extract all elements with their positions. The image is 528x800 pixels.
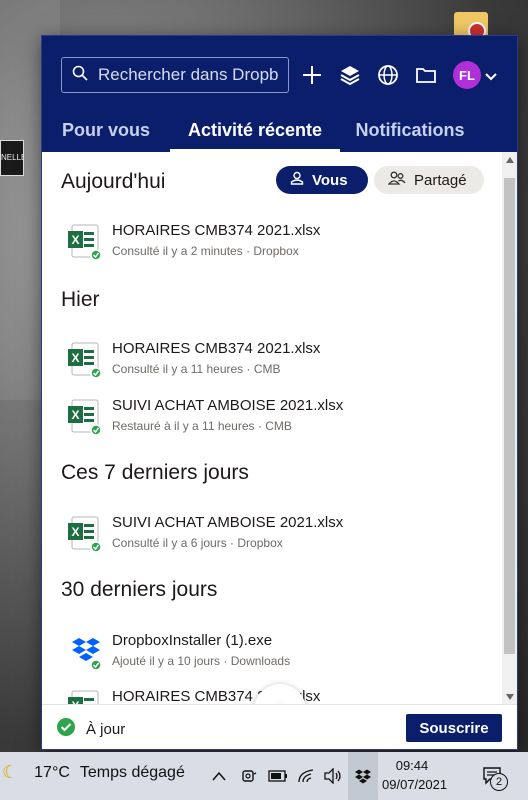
camera-icon[interactable] — [238, 765, 260, 787]
filter-you-button[interactable]: Vous — [276, 166, 368, 194]
svg-text:X: X — [71, 233, 79, 247]
excel-icon: X — [66, 397, 104, 437]
scroll-up-arrow-icon[interactable] — [502, 152, 517, 168]
weather-description: Temps dégagé — [79, 763, 185, 781]
filter-shared-label: Partagé — [414, 171, 467, 189]
list-item[interactable]: X HORAIRES CMB374 2021.xlsx Consulté il … — [66, 220, 496, 264]
dropbox-icon — [66, 632, 104, 672]
file-name: HORAIRES CMB374 2021.xlsx — [112, 340, 321, 357]
section-title-last-30-days: 30 derniers jours — [61, 578, 218, 601]
wifi-icon[interactable] — [296, 765, 318, 787]
avatar[interactable]: FL — [453, 61, 481, 89]
excel-icon: X — [66, 514, 104, 554]
search-box[interactable] — [61, 57, 289, 93]
search-input[interactable] — [96, 64, 280, 86]
dropbox-panel: FL Pour vous Activité récente Notificati… — [41, 35, 518, 750]
file-meta: Consulté il y a 2 minutes · Dropbox — [112, 244, 299, 258]
notification-center-icon[interactable]: 2 — [478, 765, 508, 791]
panel-header: FL Pour vous Activité récente Notificati… — [42, 36, 517, 152]
file-meta: Restauré à il y a 11 heures · CMB — [112, 419, 292, 433]
check-circle-icon — [56, 717, 76, 741]
scrollbar-thumb[interactable] — [504, 178, 515, 654]
tab-pour-vous[interactable]: Pour vous — [42, 108, 170, 152]
list-item[interactable]: X HORAIRES CMB374 2021.xlsx Consulté il … — [66, 338, 496, 382]
excel-icon: X — [66, 688, 104, 705]
filter-shared-button[interactable]: Partagé — [374, 166, 484, 194]
panel-footer: À jour Souscrire — [42, 704, 517, 749]
tab-activite-recente[interactable]: Activité récente — [170, 108, 340, 152]
chevron-up-icon[interactable] — [208, 765, 230, 787]
search-icon — [72, 65, 88, 86]
file-name: SUIVI ACHAT AMBOISE 2021.xlsx — [112, 514, 344, 531]
svg-text:X: X — [71, 525, 79, 539]
svg-text:X: X — [71, 351, 79, 365]
battery-icon[interactable] — [267, 765, 289, 787]
clock-time: 09:44 — [395, 758, 429, 773]
dropbox-tray-icon[interactable] — [348, 752, 378, 800]
tab-bar: Pour vous Activité récente Notifications — [42, 108, 517, 152]
section-title-last-7-days: Ces 7 derniers jours — [61, 461, 249, 484]
folder-icon[interactable] — [411, 60, 441, 90]
globe-icon[interactable] — [373, 60, 403, 90]
activity-list: Aujourd'hui Vous Partagé X HORAIRES CMB3… — [42, 152, 517, 705]
list-item[interactable]: DropboxInstaller (1).exe Ajouté il y a 1… — [66, 630, 496, 674]
excel-icon: X — [66, 340, 104, 380]
people-icon — [387, 171, 406, 189]
clock-date: 09/07/2021 — [382, 777, 448, 792]
weather-widget[interactable]: ☾ 17°C Temps dégagé — [0, 762, 185, 783]
person-icon — [290, 171, 304, 189]
chevron-down-icon[interactable] — [485, 69, 497, 87]
svg-text:X: X — [71, 408, 79, 422]
temperature: 17°C — [34, 763, 70, 781]
list-item[interactable]: X SUIVI ACHAT AMBOISE 2021.xlsx Consulté… — [66, 512, 496, 556]
subscribe-button[interactable]: Souscrire — [406, 714, 502, 742]
scrollbar[interactable] — [502, 152, 517, 705]
scroll-down-arrow-icon[interactable] — [502, 689, 517, 705]
notification-badge: 2 — [490, 773, 508, 791]
file-meta: Ajouté il y a 10 jours · Downloads — [112, 654, 291, 668]
file-meta: Consulté il y a 11 heures · CMB — [112, 362, 281, 376]
list-item[interactable]: X SUIVI ACHAT AMBOISE 2021.xlsx Restauré… — [66, 395, 496, 439]
tab-notifications[interactable]: Notifications — [340, 108, 480, 152]
sync-status-label: À jour — [86, 720, 126, 738]
file-name: SUIVI ACHAT AMBOISE 2021.xlsx — [112, 397, 344, 414]
volume-icon[interactable] — [322, 765, 344, 787]
section-title-yesterday: Hier — [61, 288, 100, 311]
taskbar: ☾ 17°C Temps dégagé 09:44 09/07/2021 2 — [0, 752, 528, 800]
layers-icon[interactable] — [335, 60, 365, 90]
file-name: HORAIRES CMB374 2021.xlsx — [112, 222, 321, 239]
add-icon[interactable] — [297, 60, 327, 90]
section-title-today: Aujourd'hui — [61, 170, 166, 193]
filter-you-label: Vous — [312, 171, 348, 189]
street-sign: NELLE — [0, 140, 24, 176]
moon-icon: ☾ — [2, 762, 19, 782]
file-name: DropboxInstaller (1).exe — [112, 632, 273, 649]
excel-icon: X — [66, 222, 104, 262]
file-meta: Consulté il y a 6 jours · Dropbox — [112, 536, 283, 550]
clock[interactable]: 09:44 09/07/2021 — [382, 756, 448, 794]
sync-status: À jour — [56, 717, 125, 741]
filter-group: Vous Partagé — [276, 166, 484, 194]
